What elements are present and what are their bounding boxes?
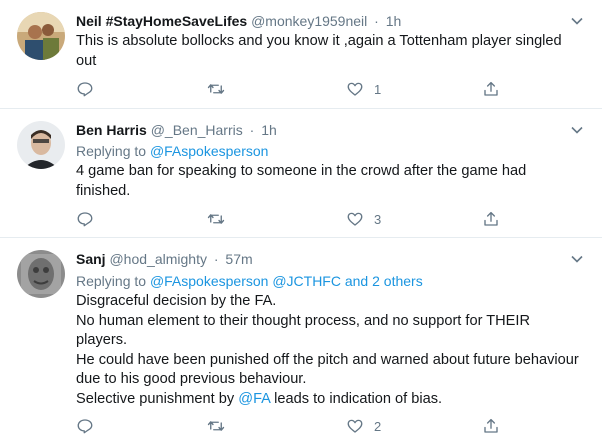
like-icon: [347, 419, 363, 433]
share-icon: [484, 418, 498, 433]
user-handle[interactable]: @monkey1959neil: [251, 13, 367, 29]
tweet-text: This is absolute bollocks and you know i…: [76, 32, 581, 71]
tweet-actions: 3: [76, 209, 516, 229]
tweet[interactable]: Sanj @hod_almighty · 57m Replying to @FA…: [0, 238, 602, 443]
text-segment: Selective punishment by: [76, 390, 239, 407]
share-button[interactable]: [482, 209, 500, 229]
share-button[interactable]: [482, 416, 500, 436]
replying-to: Replying to @FAspokesperson: [76, 142, 268, 160]
chevron-down-icon[interactable]: [570, 123, 584, 137]
mention-link[interactable]: @FA: [238, 391, 270, 407]
tweet-actions: 2: [76, 416, 516, 436]
mention-link[interactable]: @FAspokesperson: [150, 143, 269, 159]
like-count: 3: [374, 211, 382, 227]
tweet-feed: Neil #StayHomeSaveLifes @monkey1959neil …: [0, 0, 602, 443]
avatar[interactable]: [17, 12, 65, 60]
reply-button[interactable]: [76, 79, 104, 99]
tweet-text-line: No human element to their thought proces…: [76, 312, 531, 349]
like-button[interactable]: 3: [346, 209, 381, 229]
user-handle[interactable]: @hod_almighty: [109, 251, 207, 267]
timestamp[interactable]: 57m: [225, 251, 252, 267]
tweet-actions: 1: [76, 79, 516, 99]
reply-button[interactable]: [76, 416, 104, 436]
text-segment: leads to indication of bias.: [270, 390, 443, 407]
like-count: 1: [374, 81, 382, 97]
tweet[interactable]: Neil #StayHomeSaveLifes @monkey1959neil …: [0, 0, 602, 109]
reply-icon: [77, 82, 93, 97]
avatar[interactable]: [17, 121, 65, 169]
mention-link[interactable]: @FAspokesperson @JCTHFC and 2 others: [150, 273, 423, 289]
chevron-down-icon[interactable]: [570, 14, 584, 28]
retweet-icon: [207, 214, 225, 224]
retweet-button[interactable]: [207, 79, 235, 99]
like-count: 2: [374, 418, 382, 434]
retweet-icon: [207, 421, 225, 431]
tweet[interactable]: Ben Harris @_Ben_Harris · 1h Replying to…: [0, 109, 602, 238]
tweet-header: Sanj @hod_almighty · 57m: [76, 250, 253, 268]
tweet-text-line: Selective punishment by @FA leads to ind…: [76, 390, 581, 410]
like-button[interactable]: 1: [346, 79, 381, 99]
tweet-header: Ben Harris @_Ben_Harris · 1h: [76, 121, 277, 139]
reply-icon: [77, 212, 93, 227]
separator: ·: [249, 122, 255, 138]
display-name[interactable]: Sanj: [76, 251, 106, 267]
retweet-icon: [207, 84, 225, 94]
share-button[interactable]: [482, 79, 500, 99]
reply-icon: [77, 419, 93, 434]
share-icon: [484, 81, 498, 96]
tweet-header: Neil #StayHomeSaveLifes @monkey1959neil …: [76, 12, 401, 30]
retweet-button[interactable]: [207, 209, 235, 229]
tweet-text-line: 4 game ban for speaking to someone in th…: [76, 163, 527, 199]
tweet-text-line: He could have been punished off the pitc…: [76, 351, 579, 388]
tweet-text: 4 game ban for speaking to someone in th…: [76, 162, 581, 201]
like-icon: [347, 212, 363, 226]
timestamp[interactable]: 1h: [386, 13, 402, 29]
like-button[interactable]: 2: [346, 416, 381, 436]
tweet-text-line: This is absolute bollocks and you know i…: [76, 33, 562, 69]
separator: ·: [213, 251, 219, 267]
like-icon: [347, 82, 363, 96]
tweet-text: Disgraceful decision by the FA. No human…: [76, 292, 581, 410]
tweet-text-line: Disgraceful decision by the FA.: [76, 293, 277, 309]
display-name[interactable]: Ben Harris: [76, 122, 147, 138]
share-icon: [484, 211, 498, 226]
separator: ·: [374, 13, 379, 29]
timestamp[interactable]: 1h: [261, 122, 277, 138]
display-name[interactable]: Neil #StayHomeSaveLifes: [76, 13, 247, 29]
user-handle[interactable]: @_Ben_Harris: [151, 122, 243, 138]
retweet-button[interactable]: [207, 416, 235, 436]
avatar[interactable]: [17, 250, 65, 298]
replying-to: Replying to @FAspokesperson @JCTHFC and …: [76, 272, 423, 290]
reply-button[interactable]: [76, 209, 104, 229]
replying-to-label: Replying to: [76, 273, 147, 289]
replying-to-label: Replying to: [76, 143, 147, 159]
chevron-down-icon[interactable]: [570, 252, 584, 266]
